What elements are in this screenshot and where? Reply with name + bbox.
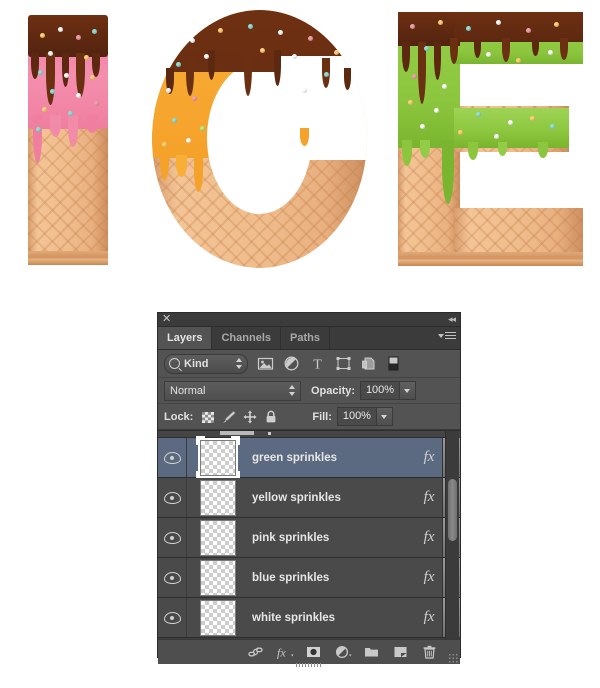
lock-transparent-pixels-icon[interactable] (200, 409, 216, 425)
eye-icon (163, 571, 181, 584)
table-row[interactable]: blue sprinkles fx (158, 558, 460, 598)
add-layer-style-icon[interactable]: fx (276, 644, 294, 660)
type-layer-filter-icon[interactable]: T (309, 355, 326, 373)
layer-thumbnail (200, 599, 236, 636)
layer-visibility-toggle[interactable] (158, 598, 187, 637)
lock-position-icon[interactable] (242, 409, 258, 425)
tab-layers[interactable]: Layers (158, 327, 213, 349)
blend-mode-value: Normal (170, 384, 206, 397)
chevron-down-icon (438, 334, 444, 338)
opacity-value[interactable]: 100% (360, 381, 401, 400)
add-layer-mask-icon[interactable] (305, 644, 322, 660)
table-row[interactable]: pink sprinkles fx (158, 518, 460, 558)
eye-icon (163, 451, 181, 464)
shape-layer-filter-icon[interactable] (335, 355, 352, 372)
layer-thumbnail (200, 519, 236, 556)
chevron-updown-icon (236, 357, 243, 370)
opacity-stepper[interactable] (400, 381, 417, 400)
layer-visibility-toggle[interactable] (158, 518, 187, 557)
partial-thumbnail (220, 431, 254, 435)
new-fill-adjustment-layer-icon[interactable] (334, 644, 352, 660)
filter-kind-label: Kind (184, 357, 209, 370)
layer-name[interactable]: pink sprinkles (249, 532, 416, 544)
pixel-layer-filter-icon[interactable] (257, 355, 274, 372)
panel-menu-icon[interactable] (438, 331, 456, 345)
eye-icon (163, 531, 181, 544)
table-row[interactable]: white sprinkles fx (158, 598, 460, 638)
layer-thumbnail-cell[interactable] (187, 599, 249, 636)
link-layers-icon[interactable] (247, 644, 264, 660)
svg-text:fx: fx (277, 646, 286, 660)
layers-panel: ✕ ◂◂ Layers Channels Paths Kind T Normal… (157, 312, 461, 667)
layer-thumbnail-cell[interactable] (187, 559, 249, 596)
layer-thumbnail (200, 479, 236, 516)
layer-visibility-toggle[interactable] (158, 478, 187, 517)
tab-channels[interactable]: Channels (212, 327, 281, 349)
layer-visibility-toggle[interactable] (158, 558, 187, 597)
letter-c-artwork (152, 10, 367, 268)
hamburger-icon (445, 332, 456, 341)
scrollbar-thumb[interactable] (448, 479, 457, 541)
layer-thumbnail-cell[interactable] (187, 435, 249, 480)
layer-visibility-toggle[interactable] (158, 438, 187, 477)
panel-resize-grip[interactable] (448, 653, 458, 663)
svg-text:T: T (313, 358, 322, 373)
chevron-updown-icon (289, 384, 296, 397)
panel-tab-row: Layers Channels Paths (158, 327, 460, 350)
layers-panel-footer: fx (158, 639, 460, 667)
partial-marker (268, 432, 271, 435)
tab-paths[interactable]: Paths (281, 327, 330, 349)
layer-list-scrollbar[interactable] (445, 431, 459, 639)
layer-name[interactable]: white sprinkles (249, 612, 416, 624)
opacity-label: Opacity: (311, 384, 356, 397)
layer-thumbnail-cell[interactable] (187, 479, 249, 516)
layer-effects-icon[interactable]: fx (416, 569, 442, 586)
ice-cream-letters-artwork (0, 0, 600, 290)
layer-effects-icon[interactable]: fx (416, 489, 442, 506)
collapse-to-icons-icon[interactable]: ◂◂ (448, 313, 456, 326)
layer-name[interactable]: green sprinkles (249, 452, 416, 464)
panel-drag-nub[interactable] (296, 663, 322, 667)
fill-label: Fill: (312, 410, 332, 423)
letter-e-artwork (398, 12, 583, 266)
delete-layer-icon[interactable] (421, 644, 438, 660)
layer-thumbnail (196, 435, 240, 480)
layer-name[interactable]: blue sprinkles (249, 572, 416, 584)
filter-kind-select[interactable]: Kind (164, 353, 248, 374)
adjustment-layer-filter-icon[interactable] (283, 355, 300, 372)
layer-effects-icon[interactable]: fx (416, 449, 442, 466)
layer-effects-icon[interactable]: fx (416, 529, 442, 546)
lock-row: Lock: Fill: 100% (158, 404, 460, 430)
close-icon[interactable]: ✕ (162, 313, 171, 326)
blend-mode-row: Normal Opacity: 100% (158, 378, 460, 404)
layer-effects-icon[interactable]: fx (416, 609, 442, 626)
lock-image-pixels-icon[interactable] (221, 409, 237, 425)
new-group-icon[interactable] (363, 644, 380, 660)
layer-name[interactable]: yellow sprinkles (249, 492, 416, 504)
lock-all-icon[interactable] (263, 409, 279, 425)
layer-list: green sprinkles fx yellow sprinkles fx p… (158, 430, 460, 639)
eye-icon (163, 611, 181, 624)
search-icon (169, 358, 180, 369)
blend-mode-select[interactable]: Normal (164, 380, 301, 401)
panel-titlebar: ✕ ◂◂ (158, 313, 460, 327)
new-layer-icon[interactable] (392, 644, 409, 660)
letter-i-artwork (28, 15, 108, 265)
fill-stepper[interactable] (376, 407, 393, 426)
layer-thumbnail-cell[interactable] (187, 519, 249, 556)
table-row[interactable]: yellow sprinkles fx (158, 478, 460, 518)
fill-value[interactable]: 100% (336, 407, 377, 426)
eye-icon (163, 491, 181, 504)
table-row[interactable]: green sprinkles fx (158, 435, 460, 480)
layer-thumbnail (200, 559, 236, 596)
filter-toggle-switch[interactable] (387, 355, 400, 372)
lock-label: Lock: (164, 410, 194, 423)
smart-object-filter-icon[interactable] (361, 355, 378, 372)
layer-filter-row: Kind T (158, 350, 460, 378)
